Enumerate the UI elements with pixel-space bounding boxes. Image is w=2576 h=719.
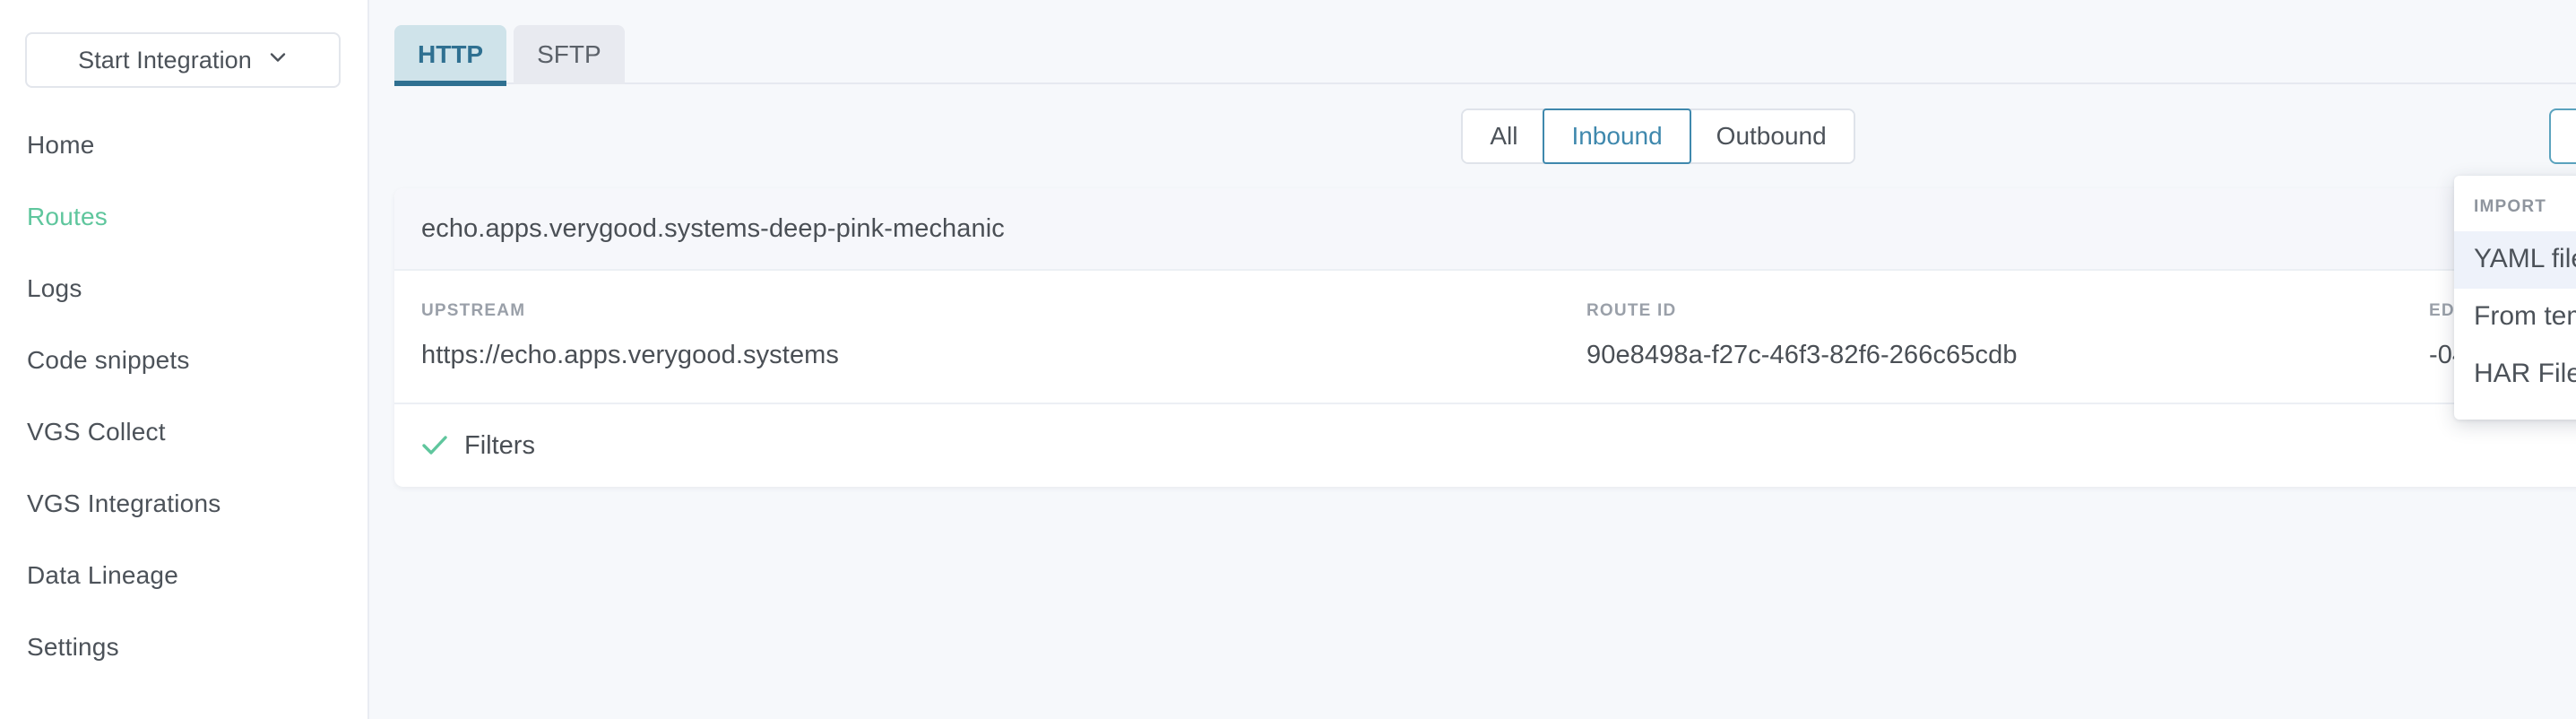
tab-sftp[interactable]: SFTP	[514, 25, 625, 84]
sidebar: Start Integration Home Routes Logs Code …	[0, 0, 369, 719]
app-root: Start Integration Home Routes Logs Code …	[0, 0, 2576, 719]
route-filters-row[interactable]: Filters	[394, 404, 2576, 487]
field-value: https://echo.apps.verygood.systems	[421, 341, 840, 369]
sidebar-item-label: Logs	[27, 274, 82, 302]
filters-label: Filters	[464, 430, 535, 460]
filters-summary: Filters	[421, 431, 535, 461]
field-upstream: UPSTREAM https://echo.apps.verygood.syst…	[421, 301, 1586, 370]
sidebar-item-label: Code snippets	[27, 346, 190, 374]
route-card-details: UPSTREAM https://echo.apps.verygood.syst…	[394, 271, 2576, 404]
sidebar-item-settings[interactable]: Settings	[0, 611, 367, 683]
manage-dropdown-button[interactable]: Manage	[2549, 108, 2576, 164]
protocol-tabs: HTTP SFTP	[369, 0, 2576, 86]
route-card: echo.apps.verygood.systems-deep-pink-mec…	[394, 188, 2576, 487]
sidebar-item-vgs-integrations[interactable]: VGS Integrations	[0, 468, 367, 540]
direction-filter-group: All Inbound Outbound	[1461, 108, 1855, 164]
filter-inbound-button[interactable]: Inbound	[1544, 110, 1690, 162]
sidebar-item-routes[interactable]: Routes	[0, 181, 367, 253]
sidebar-item-label: Home	[27, 131, 95, 159]
chevron-down-icon	[268, 48, 288, 67]
sidebar-item-label: VGS Integrations	[27, 489, 221, 517]
route-title: echo.apps.verygood.systems-deep-pink-mec…	[421, 213, 1005, 243]
dropdown-item-yaml-file[interactable]: YAML file	[2454, 231, 2576, 289]
sidebar-item-label: Data Lineage	[27, 561, 178, 589]
sidebar-item-label: Settings	[27, 633, 119, 661]
sidebar-item-vgs-collect[interactable]: VGS Collect	[0, 396, 367, 468]
field-value: 90e8498a-f27c-46f3-82f6-266c65cdb	[1586, 341, 2018, 369]
routes-toolbar: All Inbound Outbound Manage Add Route	[369, 84, 2576, 188]
field-label: ROUTE ID	[1586, 301, 1677, 320]
start-integration-button[interactable]: Start Integration	[25, 32, 341, 88]
dropdown-section-label: IMPORT	[2474, 197, 2547, 216]
tab-http[interactable]: HTTP	[394, 25, 507, 86]
sidebar-item-home[interactable]: Home	[0, 109, 367, 181]
start-integration-label: Start Integration	[78, 46, 252, 74]
sidebar-nav: Home Routes Logs Code snippets VGS Colle…	[0, 109, 367, 683]
dropdown-item-from-template[interactable]: From template	[2454, 289, 2576, 346]
sidebar-item-logs[interactable]: Logs	[0, 253, 367, 325]
filter-outbound-button[interactable]: Outbound	[1689, 110, 1854, 162]
routes-list: echo.apps.verygood.systems-deep-pink-mec…	[369, 188, 2576, 487]
dropdown-item-har-file[interactable]: HAR File	[2454, 346, 2576, 403]
check-icon	[421, 435, 448, 456]
sidebar-item-code-snippets[interactable]: Code snippets	[0, 325, 367, 396]
sidebar-item-data-lineage[interactable]: Data Lineage	[0, 540, 367, 611]
route-card-header: echo.apps.verygood.systems-deep-pink-mec…	[394, 188, 2576, 271]
tab-label: HTTP	[418, 40, 484, 68]
manage-dropdown-menu: IMPORT YAML file From template HAR File	[2454, 176, 2576, 420]
tab-label: SFTP	[537, 40, 601, 68]
sidebar-item-label: VGS Collect	[27, 418, 166, 446]
filter-all-button[interactable]: All	[1463, 110, 1545, 162]
field-label: UPSTREAM	[421, 301, 526, 320]
toolbar-actions: Manage Add Route	[2549, 108, 2576, 164]
field-route-id: ROUTE ID 90e8498a-f27c-46f3-82f6-266c65c…	[1586, 301, 2429, 370]
sidebar-item-label: Routes	[27, 203, 108, 230]
main-content: HTTP SFTP All Inbound Outbound Manage	[369, 0, 2576, 719]
